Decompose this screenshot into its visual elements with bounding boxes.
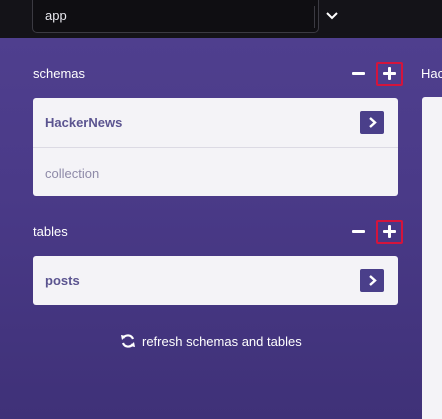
add-schema-button[interactable]: [376, 62, 403, 86]
right-panel-title: Hac: [421, 66, 442, 81]
schema-item[interactable]: HackerNews: [33, 98, 398, 147]
refresh-label: refresh schemas and tables: [142, 333, 302, 349]
chevron-right-icon: [369, 275, 377, 286]
app-select[interactable]: app: [32, 0, 338, 33]
remove-schema-button[interactable]: [351, 66, 366, 81]
open-table-button[interactable]: [360, 269, 384, 292]
table-name: posts: [45, 273, 80, 288]
add-table-button[interactable]: [376, 220, 403, 244]
select-divider: [314, 6, 315, 28]
table-item[interactable]: posts: [33, 256, 398, 305]
schema-sub-item[interactable]: collection: [33, 147, 398, 196]
remove-table-button[interactable]: [351, 224, 366, 239]
tables-list: posts: [33, 256, 398, 305]
schemas-title: schemas: [33, 66, 86, 81]
app-select-value: app: [45, 8, 67, 23]
refresh-icon: [121, 334, 135, 348]
open-schema-button[interactable]: [360, 111, 384, 134]
tables-title: tables: [33, 224, 68, 239]
chevron-down-icon[interactable]: [324, 9, 340, 23]
schema-collection-label: collection: [45, 166, 100, 181]
chevron-right-icon: [369, 117, 377, 128]
right-panel: [422, 97, 442, 419]
refresh-schemas-button[interactable]: refresh schemas and tables: [120, 333, 302, 349]
schema-name: HackerNews: [45, 115, 123, 130]
top-bar: app: [0, 0, 442, 38]
schemas-list: HackerNews collection: [33, 98, 398, 196]
